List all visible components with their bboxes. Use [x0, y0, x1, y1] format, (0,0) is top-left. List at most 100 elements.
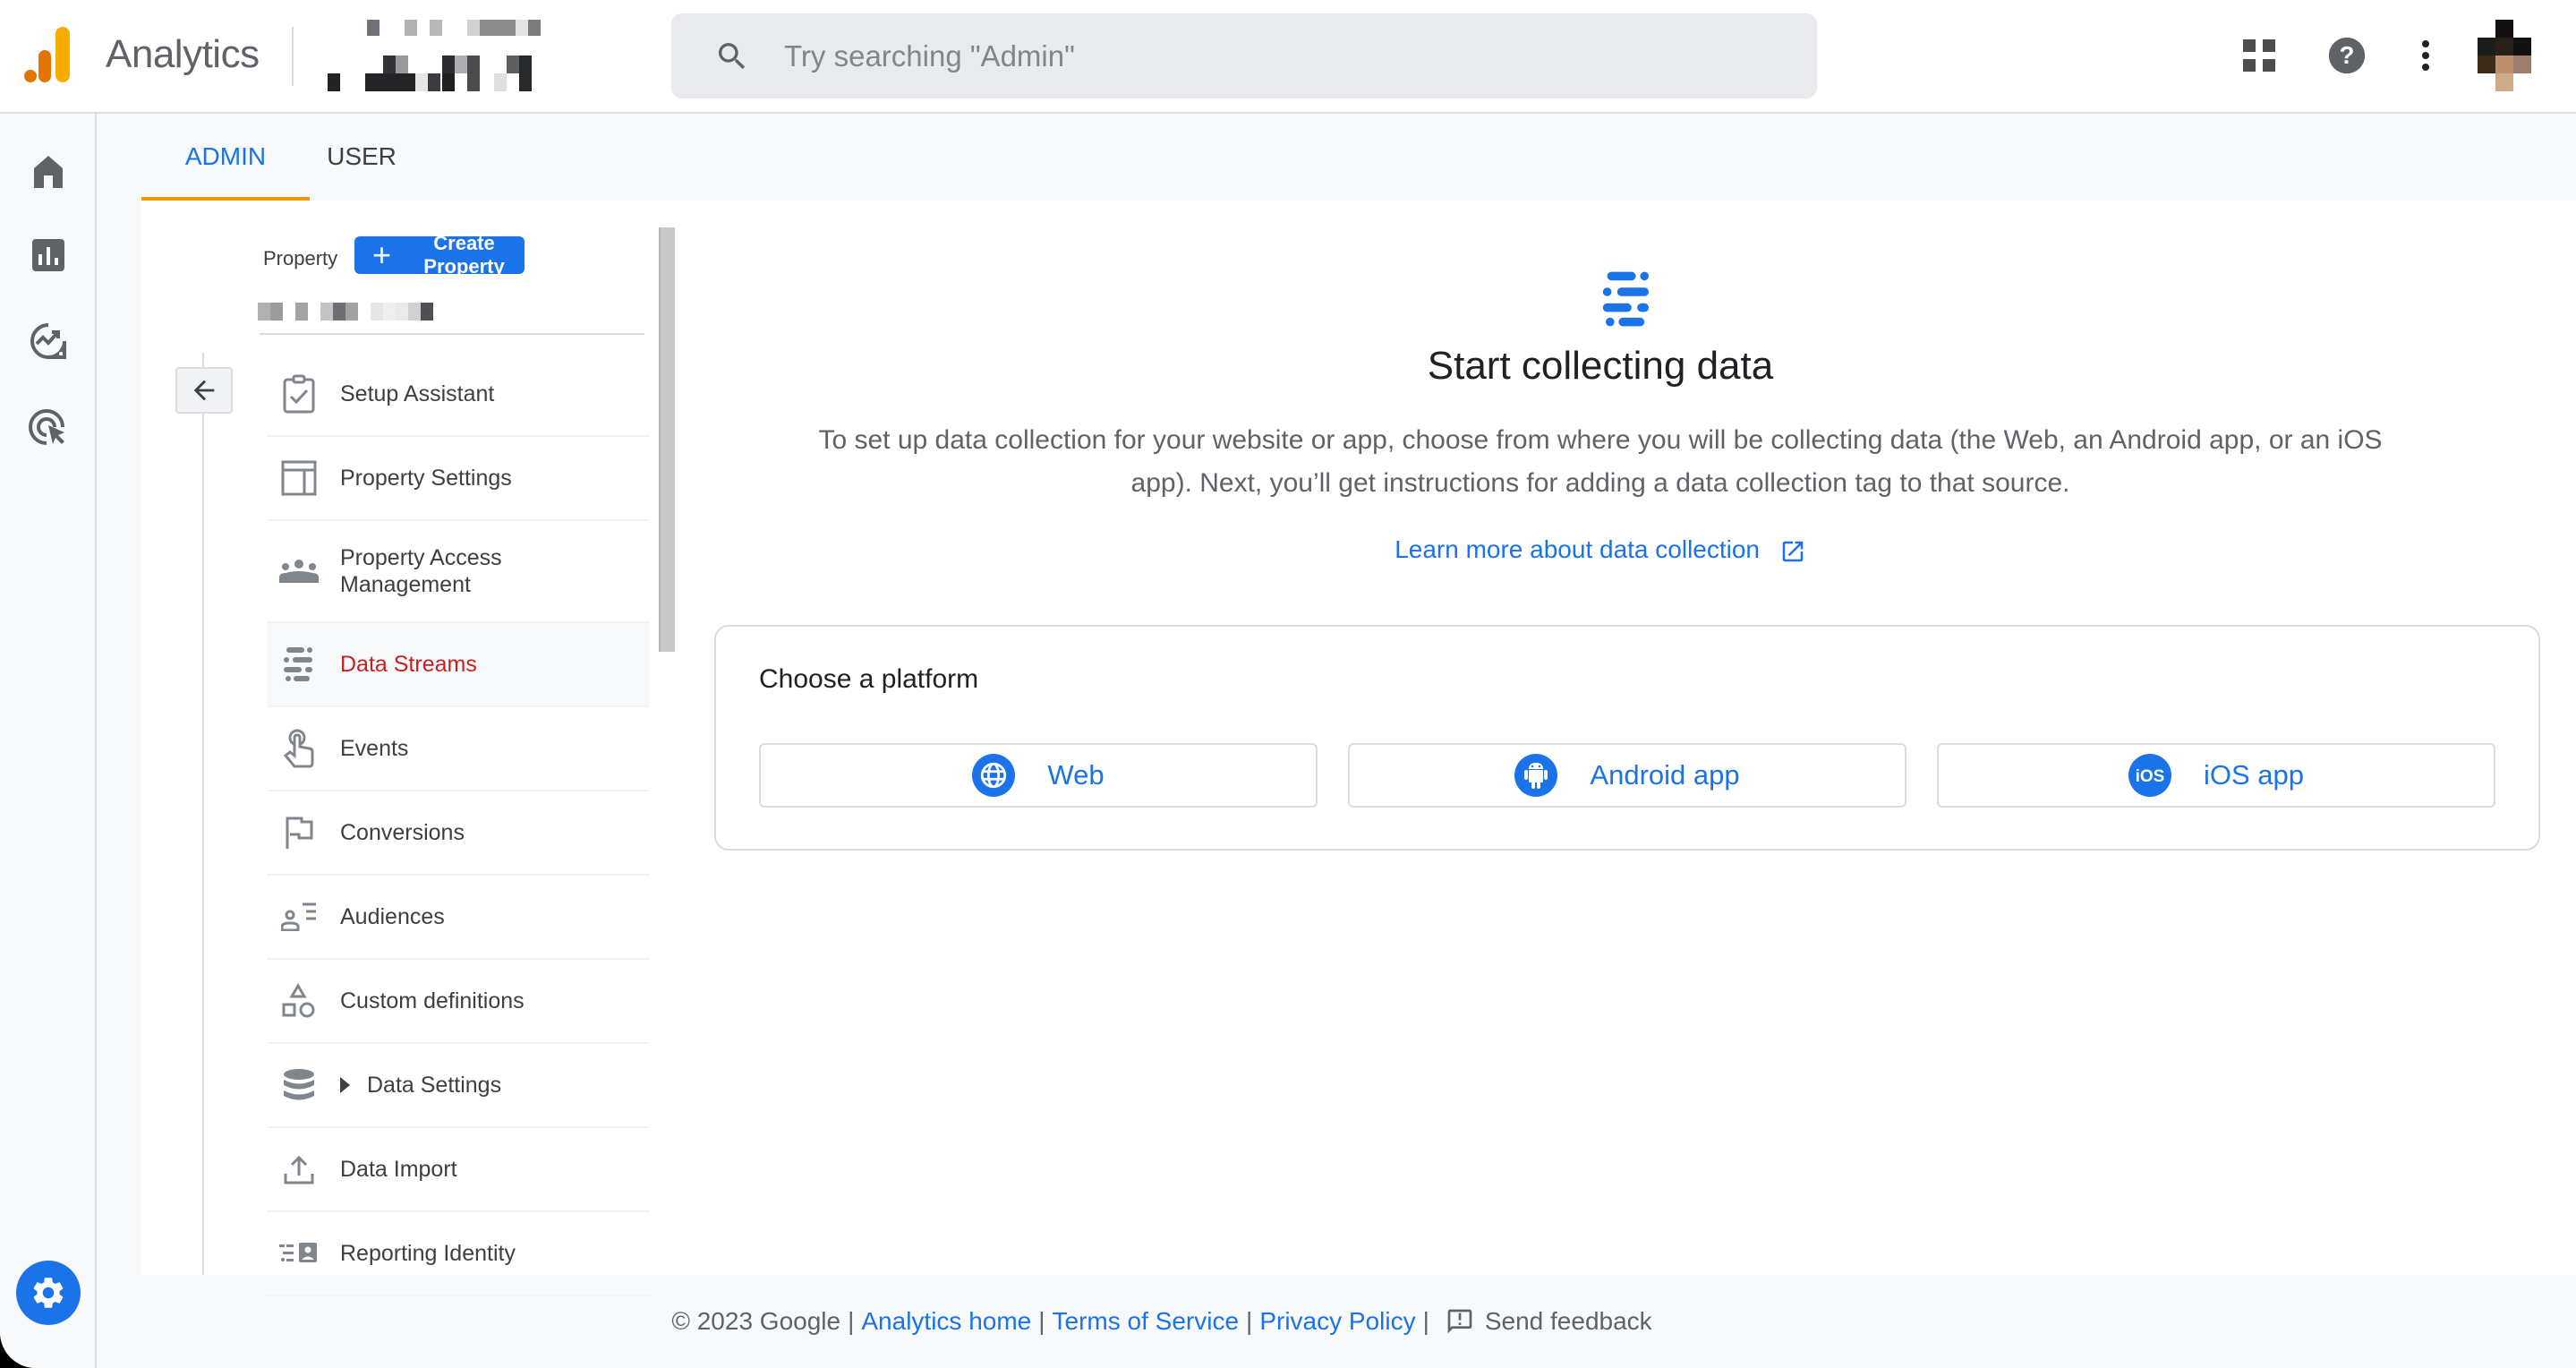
plus-icon: + — [372, 236, 392, 273]
nav-item-audiences[interactable]: Audiences — [267, 876, 650, 960]
platform-ios-button[interactable]: iOS iOS app — [1937, 743, 2495, 808]
nav-item-property-access-management[interactable]: Property Access Management — [267, 521, 650, 623]
bar-chart-icon — [32, 239, 64, 271]
svg-text:iOS: iOS — [2136, 767, 2165, 786]
layout-icon — [279, 458, 319, 498]
expand-caret-icon[interactable] — [340, 1077, 350, 1093]
tab-admin[interactable]: ADMIN — [141, 125, 310, 201]
create-property-label: Create Property — [423, 232, 505, 278]
platform-android-button[interactable]: Android app — [1348, 743, 1906, 808]
analytics-logo-icon[interactable] — [23, 27, 77, 84]
database-icon — [279, 1065, 319, 1105]
search-input[interactable] — [784, 13, 1769, 98]
create-property-button[interactable]: + Create Property — [354, 232, 525, 278]
rail-item-home[interactable] — [27, 150, 70, 192]
nav-item-label: Events — [340, 736, 409, 761]
gear-icon — [33, 1278, 64, 1308]
nav-item-label: Data Import — [340, 1157, 457, 1182]
explore-trend-icon — [30, 323, 66, 359]
top-bar: Analytics Try searching "Admin" ? — [0, 0, 2576, 114]
copyright: © 2023 Google — [671, 1307, 841, 1335]
nav-item-data-settings[interactable]: Data Settings — [267, 1044, 650, 1128]
help-icon: ? — [2328, 37, 2366, 74]
clipboard-check-icon — [279, 374, 319, 414]
tab-user[interactable]: USER — [310, 125, 414, 201]
nav-item-setup-assistant[interactable]: Setup Assistant — [267, 353, 650, 437]
ads-click-icon — [29, 409, 64, 445]
reporting-identity-icon — [279, 1234, 319, 1273]
search-icon — [719, 43, 746, 70]
android-icon — [1514, 754, 1558, 797]
help-button[interactable]: ? — [2322, 30, 2372, 81]
divider — [260, 333, 644, 335]
account-selector[interactable] — [328, 18, 605, 93]
footer: © 2023 Google | Analytics home | Terms o… — [141, 1275, 2576, 1368]
description: To set up data collection for your websi… — [818, 425, 2383, 498]
upload-icon — [279, 1150, 319, 1189]
footer-link-terms[interactable]: Terms of Service — [1053, 1307, 1240, 1336]
nav-item-events[interactable]: Events — [267, 707, 650, 791]
divider — [292, 27, 294, 86]
footer-separator: | — [1246, 1307, 1253, 1335]
data-streams-hero-icon — [1602, 271, 1649, 327]
globe-icon — [972, 754, 1016, 797]
learn-more-link[interactable]: Learn more about data collection — [714, 535, 2486, 565]
platform-card-title: Choose a platform — [759, 664, 979, 694]
learn-more-label: Learn more about data collection — [1395, 535, 1761, 563]
nav-item-label: Custom definitions — [340, 988, 525, 1013]
property-label: Property — [263, 247, 338, 269]
footer-link-privacy[interactable]: Privacy Policy — [1259, 1307, 1415, 1336]
more-vert-icon — [2422, 40, 2429, 71]
nav-item-label: Conversions — [340, 820, 465, 845]
left-rail — [0, 114, 97, 1368]
send-feedback-label: Send feedback — [1484, 1307, 1652, 1335]
footer-separator: | — [848, 1307, 855, 1335]
nav-item-label: Reporting Identity — [340, 1241, 516, 1266]
people-icon — [279, 551, 319, 591]
nav-item-label: Property Access Management — [340, 545, 502, 597]
flag-icon — [279, 813, 319, 852]
send-feedback-button[interactable]: Send feedback — [1446, 1307, 1652, 1336]
nav-item-data-import[interactable]: Data Import — [267, 1128, 650, 1212]
app-name: Analytics — [106, 32, 260, 76]
footer-separator: | — [1422, 1307, 1429, 1335]
svg-text:?: ? — [2340, 41, 2355, 69]
platform-label: Android app — [1590, 759, 1740, 791]
nav-item-data-streams[interactable]: Data Streams — [267, 623, 650, 707]
rail-item-advertising[interactable] — [27, 406, 70, 449]
property-nav: Setup Assistant Property Settings Proper… — [267, 353, 650, 1296]
nav-item-label: Setup Assistant — [340, 381, 495, 406]
admin-panel: Property + Create Property Setup Assista… — [141, 201, 2576, 1296]
admin-settings-button[interactable] — [16, 1261, 81, 1325]
ios-icon: iOS — [2128, 754, 2171, 797]
page-title: Start collecting data — [1427, 344, 1774, 388]
nav-item-label: Audiences — [340, 904, 445, 929]
nav-scrollbar[interactable] — [659, 227, 675, 652]
feedback-icon — [1447, 1309, 1472, 1334]
footer-separator: | — [1038, 1307, 1045, 1335]
nav-item-property-settings[interactable]: Property Settings — [267, 437, 650, 521]
external-link-icon — [1782, 541, 1804, 561]
collapse-back-button[interactable] — [175, 367, 233, 414]
analytics-app: Analytics Try searching "Admin" ? ADMIN … — [0, 0, 2576, 1368]
platform-label: iOS app — [2203, 759, 2304, 791]
audience-icon — [279, 897, 319, 936]
arrow-back-icon — [193, 380, 215, 401]
platform-web-button[interactable]: Web — [759, 743, 1318, 808]
data-streams-icon — [279, 645, 319, 684]
apps-grid-icon — [2243, 39, 2275, 72]
property-selector[interactable] — [258, 303, 433, 322]
nav-item-label: Data Streams — [340, 652, 477, 677]
apps-grid-button[interactable] — [2234, 30, 2284, 81]
avatar[interactable] — [2478, 20, 2531, 91]
touch-icon — [279, 729, 319, 768]
rail-item-reports[interactable] — [27, 234, 70, 277]
nav-item-custom-definitions[interactable]: Custom definitions — [267, 960, 650, 1044]
nav-item-conversions[interactable]: Conversions — [267, 791, 650, 876]
search-bar[interactable] — [671, 13, 1817, 98]
rail-item-explore[interactable] — [27, 320, 70, 363]
shapes-icon — [279, 981, 319, 1021]
nav-item-label: Property Settings — [340, 466, 512, 491]
more-options-button[interactable] — [2401, 30, 2451, 81]
footer-link-analytics-home[interactable]: Analytics home — [861, 1307, 1031, 1336]
